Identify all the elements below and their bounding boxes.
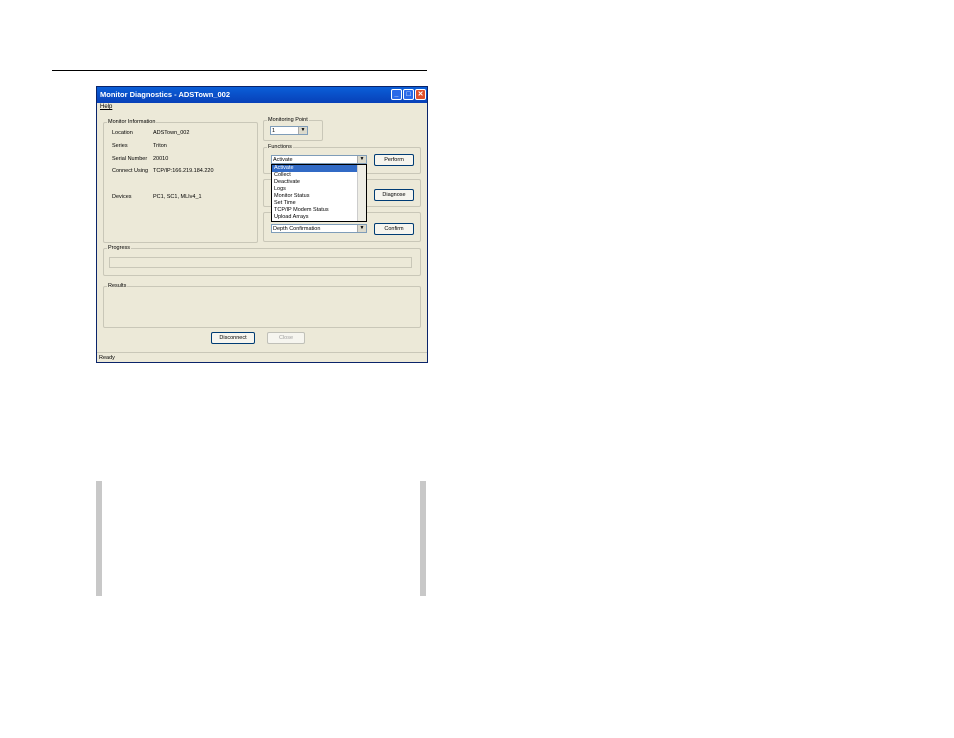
dropdown-option[interactable]: Upload Arrays	[272, 214, 359, 221]
note-box	[96, 481, 426, 596]
dropdown-option[interactable]: Monitor Status	[272, 193, 359, 200]
devices-value: PC1, SC1, MLIv4_1	[153, 194, 202, 200]
monitoring-point-value: 1	[272, 128, 276, 134]
menu-help[interactable]: Help	[100, 104, 112, 110]
close-icon[interactable]: ✕	[415, 89, 426, 100]
progress-bar	[109, 257, 412, 268]
serial-number-label: Serial Number	[112, 156, 148, 162]
monitor-diagnostics-window: Monitor Diagnostics - ADSTown_002 _ □ ✕ …	[96, 86, 428, 363]
window-title: Monitor Diagnostics - ADSTown_002	[100, 90, 231, 99]
dropdown-scrollbar[interactable]	[357, 165, 366, 221]
confirm-button[interactable]: Confirm	[374, 223, 414, 235]
perform-button[interactable]: Perform	[374, 154, 414, 166]
diagnose-button[interactable]: Diagnose	[374, 189, 414, 201]
location-value: ADSTown_002	[153, 130, 190, 136]
functions-dropdown-list[interactable]: Activate Collect Deactivate Logs Monitor…	[271, 164, 367, 222]
menu-bar: Help	[100, 104, 112, 112]
dropdown-option[interactable]: Logs	[272, 186, 359, 193]
location-label: Location	[112, 130, 133, 136]
title-bar[interactable]: Monitor Diagnostics - ADSTown_002 _ □ ✕	[97, 87, 427, 103]
monitor-information-legend: Monitor Information	[108, 119, 156, 125]
chevron-down-icon[interactable]: ▼	[357, 156, 366, 163]
confirmation-select[interactable]: Depth Confirmation ▼	[271, 224, 367, 233]
confirmation-selected-value: Depth Confirmation	[273, 226, 321, 232]
monitoring-point-select[interactable]: 1 ▼	[270, 126, 308, 135]
dropdown-option[interactable]: Collect	[272, 172, 359, 179]
dropdown-option[interactable]: Set Time	[272, 200, 359, 207]
functions-legend: Functions	[268, 144, 292, 150]
series-value: Triton	[153, 143, 167, 149]
connect-using-value: TCP/IP:166.219.184.220	[153, 168, 214, 174]
functions-selected-value: Activate	[273, 157, 293, 163]
status-bar: Ready	[97, 352, 427, 362]
functions-select[interactable]: Activate ▼	[271, 155, 367, 164]
chevron-down-icon[interactable]: ▼	[298, 127, 307, 134]
monitor-information-group: Monitor Information	[103, 119, 258, 243]
disconnect-button[interactable]: Disconnect	[211, 332, 255, 344]
series-label: Series	[112, 143, 128, 149]
dropdown-option[interactable]: TCP/IP Modem Status	[272, 207, 359, 214]
close-button[interactable]: Close	[267, 332, 305, 344]
page-rule	[52, 70, 427, 71]
serial-number-value: 20010	[153, 156, 169, 162]
results-group: Results	[103, 283, 421, 328]
chevron-down-icon[interactable]: ▼	[357, 225, 366, 232]
devices-label: Devices	[112, 194, 132, 200]
minimize-icon[interactable]: _	[391, 89, 402, 100]
connect-using-label: Connect Using	[112, 168, 149, 174]
dropdown-option[interactable]: Deactivate	[272, 179, 359, 186]
monitoring-point-legend: Monitoring Point	[268, 117, 308, 123]
maximize-icon[interactable]: □	[403, 89, 414, 100]
results-legend: Results	[108, 283, 127, 289]
progress-legend: Progress	[108, 245, 131, 251]
dropdown-option[interactable]: Activate	[272, 165, 359, 172]
